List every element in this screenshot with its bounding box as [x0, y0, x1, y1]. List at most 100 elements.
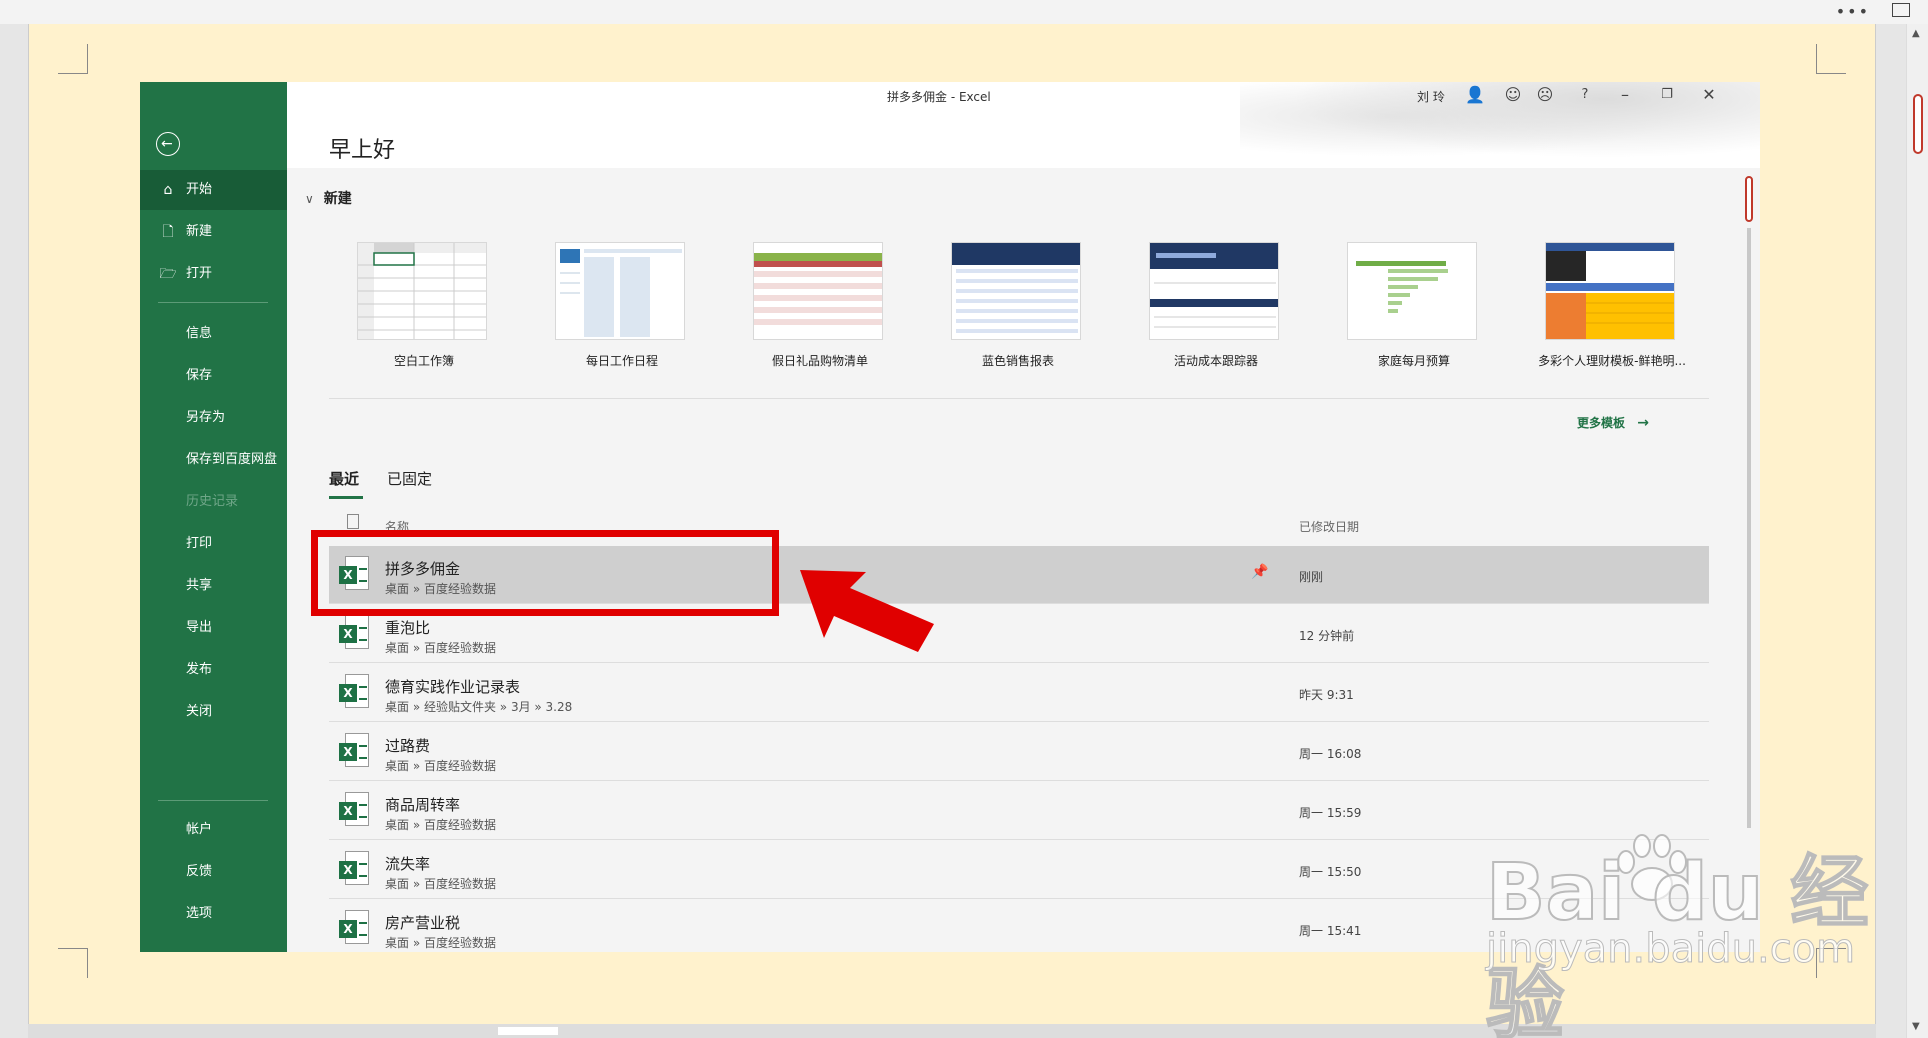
template-name: 家庭每月预算 — [1377, 354, 1450, 368]
sidebar-item-label: 帐户 — [186, 822, 213, 837]
sidebar-item-label: 保存 — [186, 368, 213, 383]
template-blank-workbook[interactable]: 空白工作簿 — [329, 242, 519, 382]
template-holiday-gift-list[interactable]: 假日礼品购物清单 — [725, 242, 915, 382]
template-event-cost-tracker[interactable]: 活动成本跟踪器 — [1121, 242, 1311, 382]
smile-feedback-icon[interactable]: ☺ — [1503, 85, 1523, 104]
sidebar-item-close[interactable]: 关闭 — [140, 692, 287, 732]
active-tab-indicator — [329, 496, 363, 499]
back-arrow-icon[interactable]: ← — [156, 132, 180, 156]
pin-icon[interactable]: 📌 — [1251, 564, 1268, 580]
file-date: 周一 15:59 — [1299, 806, 1362, 820]
template-personal-finance[interactable]: 多彩个人理财模板-鲜艳明... — [1517, 242, 1707, 382]
template-daily-schedule[interactable]: 每日工作日程 — [527, 242, 717, 382]
arrow-right-icon: → — [1637, 415, 1649, 431]
restore-icon[interactable]: ❐ — [1657, 87, 1677, 102]
file-name: 房产营业税 — [385, 914, 461, 932]
sidebar-item-save[interactable]: 保存 — [140, 356, 287, 396]
crop-mark — [1816, 44, 1846, 74]
user-name[interactable]: 刘 玲 — [1417, 88, 1445, 105]
sidebar-item-label: 导出 — [186, 620, 213, 635]
scroll-thumb[interactable] — [1913, 94, 1923, 154]
sidebar-item-save-baidu[interactable]: 保存到百度网盘 — [140, 440, 287, 480]
excel-file-icon: X — [339, 910, 369, 946]
backstage-main: 拼多多佣金 - Excel 刘 玲 👤 ☺ ☹ ? – ❐ ✕ 早上好 ∨ 新建 — [287, 82, 1760, 952]
sidebar-item-options[interactable]: 选项 — [140, 894, 287, 934]
file-date: 昨天 9:31 — [1299, 688, 1354, 702]
file-name: 商品周转率 — [385, 796, 461, 814]
template-thumbnail — [951, 242, 1081, 340]
file-path: 桌面 » 百度经验数据 — [385, 759, 496, 773]
new-section-header[interactable]: ∨ 新建 — [305, 188, 352, 208]
crop-mark — [58, 44, 88, 74]
template-family-budget[interactable]: 家庭每月预算 — [1319, 242, 1509, 382]
sidebar-item-export[interactable]: 导出 — [140, 608, 287, 648]
template-name: 每日工作日程 — [585, 354, 658, 368]
sidebar-divider — [158, 800, 268, 801]
scroll-up-icon[interactable]: ▲ — [1912, 28, 1920, 39]
scroll-track — [1747, 228, 1751, 828]
minimize-icon[interactable]: – — [1615, 85, 1635, 104]
excel-file-icon: X — [339, 733, 369, 769]
more-templates-label: 更多模板 — [1577, 416, 1626, 430]
sidebar-item-label: 历史记录 — [186, 494, 239, 509]
top-toolbar-strip: ••• — [0, 0, 1928, 24]
excel-file-icon: X — [339, 615, 369, 651]
restore-window-icon[interactable] — [1892, 3, 1910, 17]
close-icon[interactable]: ✕ — [1699, 85, 1719, 104]
sidebar-item-feedback[interactable]: 反馈 — [140, 852, 287, 892]
template-thumbnail — [357, 242, 487, 340]
help-button[interactable]: ? — [1575, 87, 1595, 102]
scroll-thumb[interactable] — [1745, 176, 1753, 222]
sidebar-item-publish[interactable]: 发布 — [140, 650, 287, 690]
user-avatar-icon[interactable]: 👤 — [1465, 85, 1485, 104]
sidebar-item-share[interactable]: 共享 — [140, 566, 287, 606]
file-date: 刚刚 — [1299, 570, 1324, 584]
document-icon — [347, 514, 359, 529]
sidebar-item-label: 开始 — [186, 182, 213, 197]
sidebar-item-open[interactable]: 🗁 打开 — [140, 254, 287, 294]
file-name: 重泡比 — [385, 619, 431, 637]
file-path: 桌面 » 经验贴文件夹 » 3月 » 3.28 — [385, 700, 573, 714]
sidebar-item-label: 选项 — [186, 906, 213, 921]
sidebar-item-label: 发布 — [186, 662, 213, 677]
tab-pinned[interactable]: 已固定 — [387, 468, 432, 489]
file-path: 桌面 » 百度经验数据 — [385, 641, 496, 655]
file-path: 桌面 » 百度经验数据 — [385, 877, 496, 891]
file-name: 流失率 — [385, 855, 431, 873]
sidebar-item-account[interactable]: 帐户 — [140, 810, 287, 850]
sidebar-item-home[interactable]: ⌂ 开始 — [140, 170, 287, 210]
sidebar-item-label: 打印 — [186, 536, 213, 551]
template-thumbnail — [555, 242, 685, 340]
template-blue-sales-report[interactable]: 蓝色销售报表 — [923, 242, 1113, 382]
template-name: 活动成本跟踪器 — [1173, 354, 1258, 368]
tab-recent[interactable]: 最近 — [329, 468, 359, 489]
template-name: 假日礼品购物清单 — [771, 354, 868, 368]
file-date: 周一 15:41 — [1299, 924, 1362, 938]
more-options-icon[interactable]: ••• — [1836, 2, 1870, 21]
file-row[interactable]: X 过路费 桌面 » 百度经验数据 周一 16:08 — [329, 723, 1709, 781]
sidebar-item-history: 历史记录 — [140, 482, 287, 522]
sidebar-item-new[interactable]: 🗋 新建 — [140, 212, 287, 252]
template-gallery: 空白工作簿 每日工作日程 假日礼品购物清单 蓝色销售报表 活动成本跟踪器 家庭每… — [329, 242, 1729, 382]
sidebar-item-print[interactable]: 打印 — [140, 524, 287, 564]
file-row[interactable]: X 德育实践作业记录表 桌面 » 经验贴文件夹 » 3月 » 3.28 昨天 9… — [329, 664, 1709, 722]
home-icon: ⌂ — [163, 182, 173, 198]
sidebar-item-info[interactable]: 信息 — [140, 314, 287, 354]
template-thumbnail — [753, 242, 883, 340]
file-path: 桌面 » 百度经验数据 — [385, 936, 496, 950]
template-thumbnail — [1149, 242, 1279, 340]
frown-feedback-icon[interactable]: ☹ — [1535, 85, 1555, 104]
new-document-icon: 🗋 — [162, 224, 174, 240]
sidebar-item-save-as[interactable]: 另存为 — [140, 398, 287, 438]
scroll-thumb[interactable] — [498, 1027, 558, 1035]
open-folder-icon: 🗁 — [159, 266, 177, 282]
template-name: 蓝色销售报表 — [981, 354, 1054, 368]
sidebar-item-label: 信息 — [186, 326, 213, 341]
file-name: 过路费 — [385, 737, 431, 755]
more-templates-link[interactable]: 更多模板 → — [1577, 414, 1649, 431]
backstage-sidebar: ← ⌂ 开始 🗋 新建 🗁 打开 信息 保存 另存为 保存到百度网盘 历史记录 — [140, 82, 287, 952]
column-header-date[interactable]: 已修改日期 — [1299, 518, 1359, 535]
file-date: 12 分钟前 — [1299, 629, 1355, 643]
sidebar-item-label: 另存为 — [186, 410, 226, 425]
cloud-background — [1240, 82, 1760, 168]
